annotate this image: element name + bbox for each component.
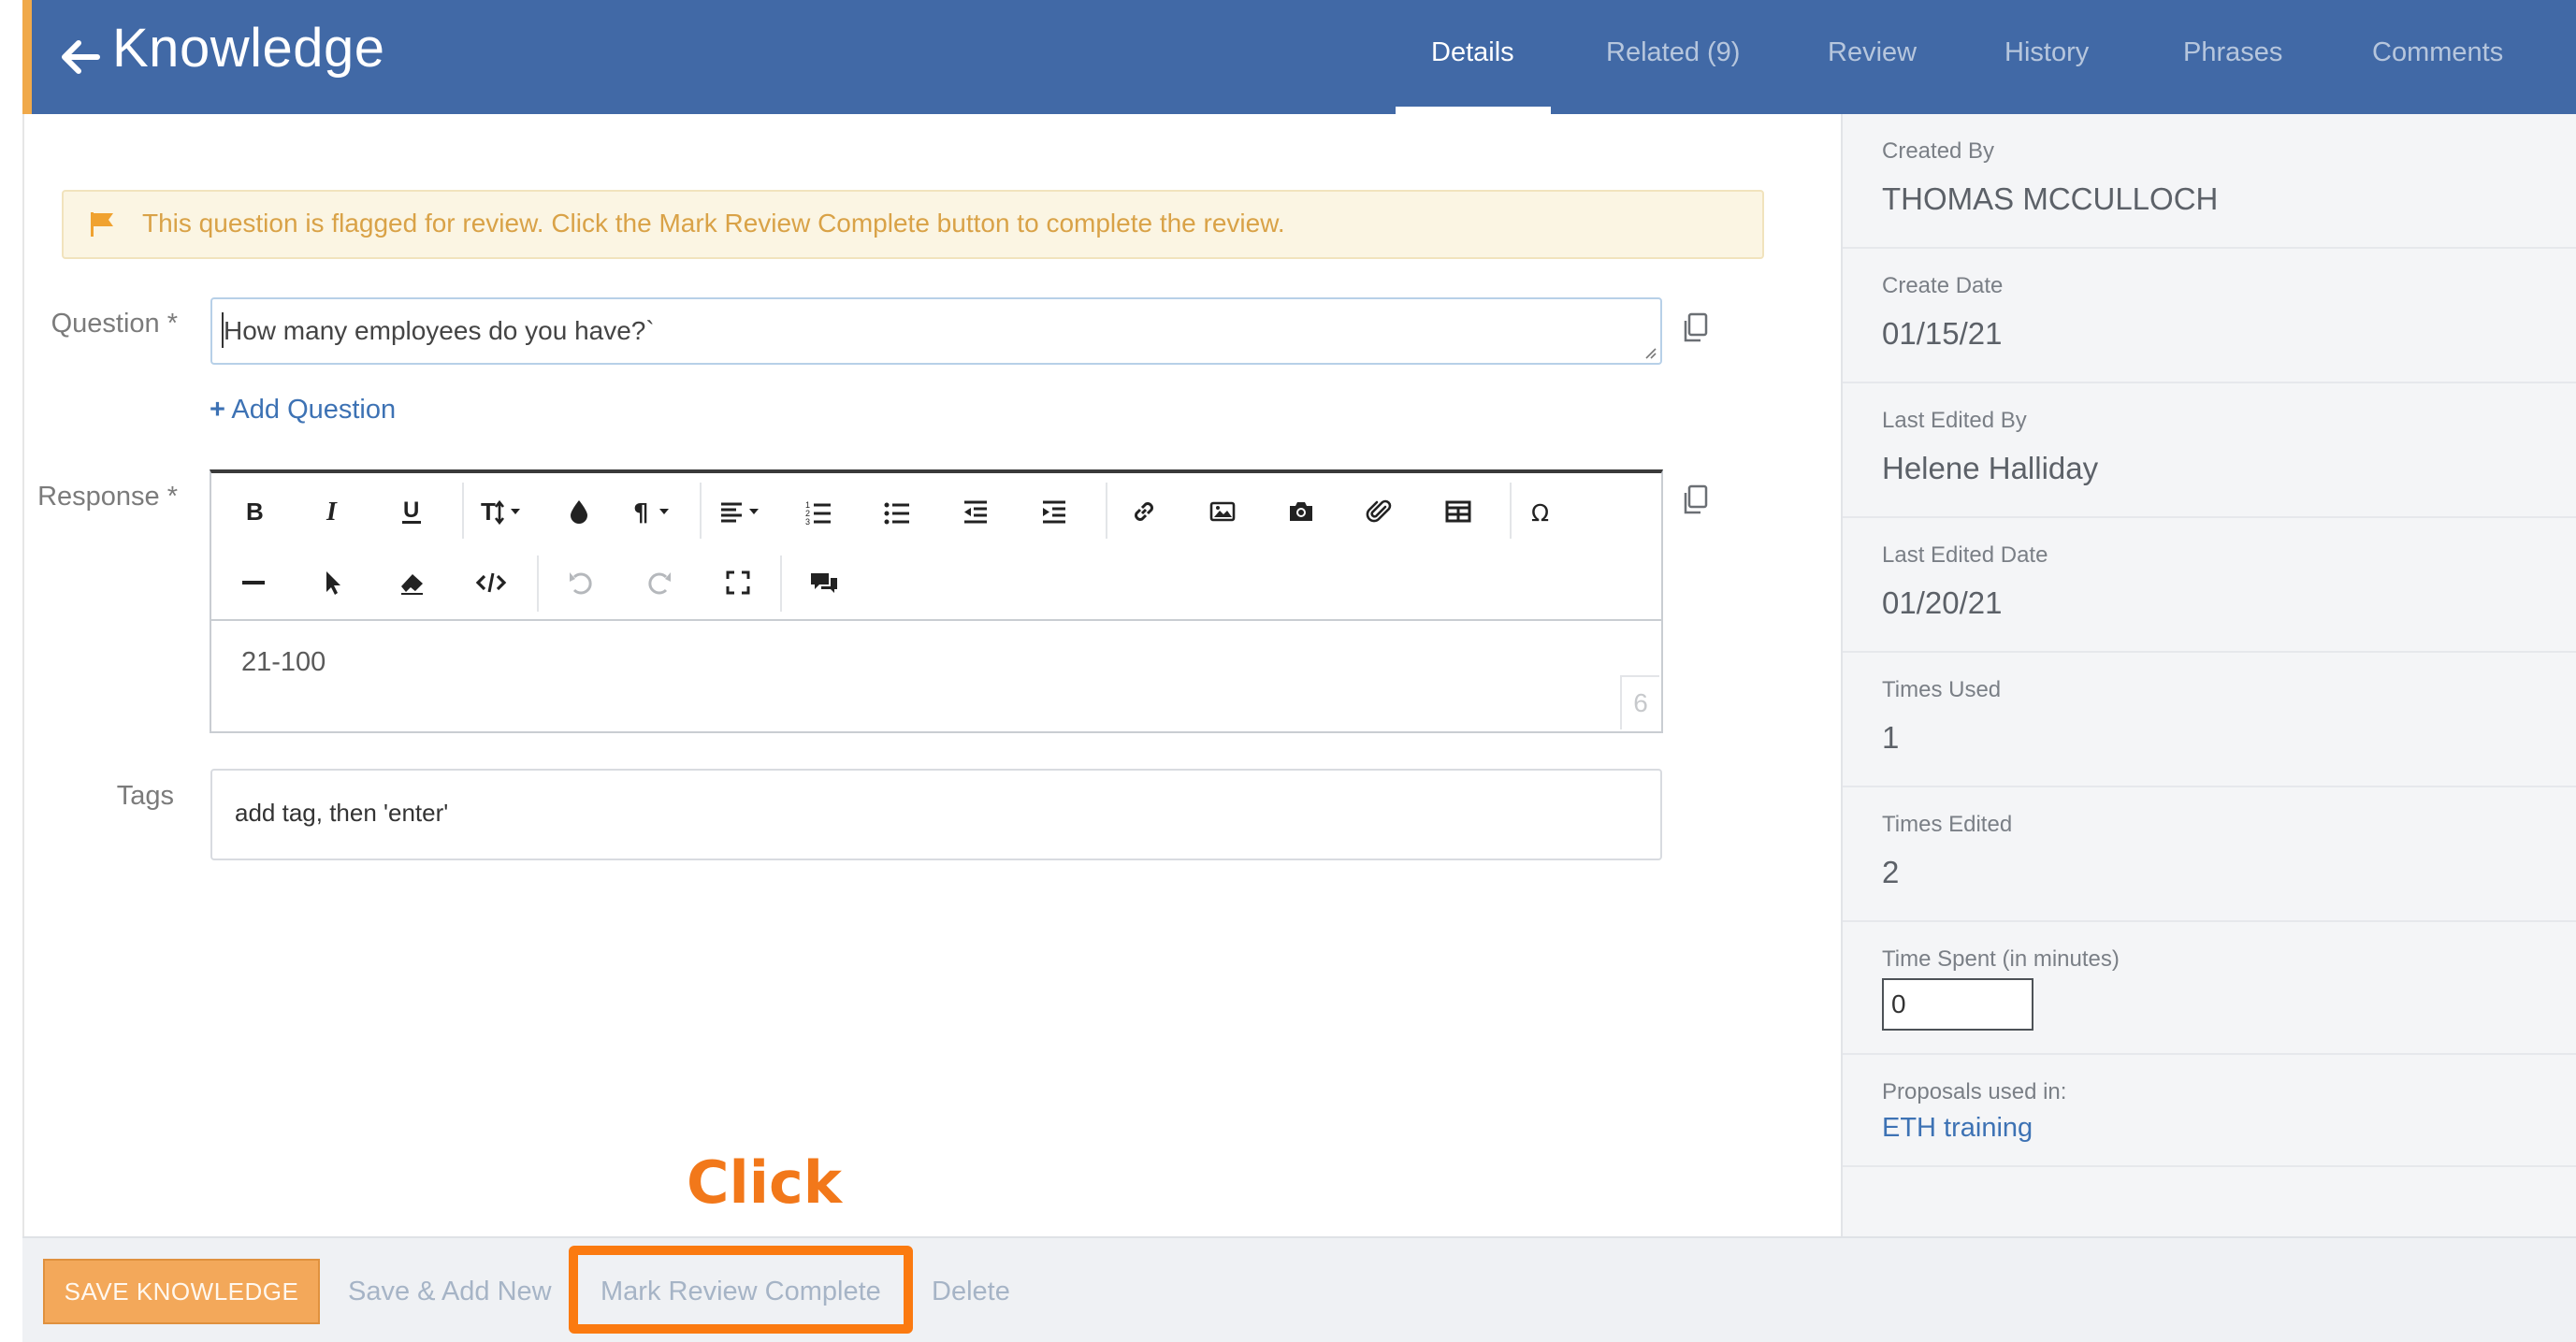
created-by-value: THOMAS MCCULLOCH bbox=[1882, 181, 2219, 216]
response-editor[interactable]: B I U T ¶ 123 Ω 21-100 6 bbox=[210, 469, 1663, 733]
svg-text:B: B bbox=[246, 498, 264, 526]
proposal-link[interactable]: ETH training bbox=[1882, 1113, 2033, 1144]
select-pointer-icon[interactable] bbox=[311, 561, 354, 604]
click-annotation: Click bbox=[687, 1148, 842, 1217]
svg-text:U: U bbox=[403, 498, 419, 523]
left-border bbox=[0, 0, 24, 1340]
tags-input[interactable]: add tag, then 'enter' bbox=[210, 769, 1662, 860]
tags-label: Tags bbox=[116, 781, 174, 811]
special-character-icon[interactable]: Ω bbox=[1519, 490, 1562, 533]
fullscreen-icon[interactable] bbox=[716, 561, 760, 604]
horizontal-rule-icon[interactable] bbox=[232, 561, 275, 604]
save-add-new-button[interactable]: Save & Add New bbox=[348, 1277, 552, 1307]
copy-response-icon[interactable] bbox=[1681, 484, 1709, 516]
undo-icon[interactable] bbox=[559, 561, 602, 604]
alert-message: This question is flagged for review. Cli… bbox=[142, 209, 1285, 238]
add-question-label: Add Question bbox=[231, 395, 397, 425]
svg-text:T: T bbox=[481, 498, 496, 526]
times-edited-label: Times Edited bbox=[1882, 812, 2013, 837]
flag-icon bbox=[91, 212, 113, 237]
underline-icon[interactable]: U bbox=[390, 490, 433, 533]
eraser-icon[interactable] bbox=[390, 561, 433, 604]
last-edited-by-row: Last Edited By Helene Halliday bbox=[1843, 383, 2576, 518]
toolbar-separator bbox=[780, 556, 782, 612]
unordered-list-icon[interactable] bbox=[876, 490, 919, 533]
last-edited-date-row: Last Edited Date 01/20/21 bbox=[1843, 518, 2576, 653]
details-sidebar: Created By THOMAS MCCULLOCH Create Date … bbox=[1841, 114, 2576, 1236]
align-icon[interactable] bbox=[716, 490, 771, 533]
svg-text:Ω: Ω bbox=[1531, 499, 1549, 526]
tab-history[interactable]: History bbox=[2004, 37, 2089, 68]
tags-placeholder: add tag, then 'enter' bbox=[235, 799, 449, 827]
resize-grip-icon[interactable] bbox=[1643, 346, 1657, 359]
question-value: How many employees do you have?` bbox=[224, 316, 655, 345]
toolbar-separator bbox=[1510, 483, 1512, 539]
time-spent-label: Time Spent (in minutes) bbox=[1882, 946, 2120, 972]
times-used-value: 1 bbox=[1882, 720, 1900, 755]
italic-icon[interactable]: I bbox=[311, 490, 354, 533]
question-label: Question * bbox=[51, 309, 178, 339]
svg-text:¶: ¶ bbox=[633, 499, 649, 526]
last-edited-by-value: Helene Halliday bbox=[1882, 451, 2099, 485]
code-view-icon[interactable] bbox=[470, 561, 513, 604]
response-value[interactable]: 21-100 bbox=[241, 647, 326, 678]
toolbar-separator bbox=[537, 556, 539, 612]
tab-related[interactable]: Related (9) bbox=[1606, 37, 1740, 68]
tab-comments[interactable]: Comments bbox=[2372, 37, 2503, 68]
times-used-row: Times Used 1 bbox=[1843, 653, 2576, 787]
proposals-label: Proposals used in: bbox=[1882, 1079, 2067, 1104]
link-icon[interactable] bbox=[1122, 490, 1165, 533]
times-used-label: Times Used bbox=[1882, 677, 2002, 702]
created-by-label: Created By bbox=[1882, 138, 1995, 164]
tab-review[interactable]: Review bbox=[1828, 37, 1917, 68]
last-edited-date-value: 01/20/21 bbox=[1882, 585, 2003, 620]
question-input[interactable]: How many employees do you have?` bbox=[210, 297, 1662, 365]
redo-icon[interactable] bbox=[638, 561, 681, 604]
tab-details[interactable]: Details bbox=[1431, 37, 1514, 68]
add-question-button[interactable]: + Add Question bbox=[210, 395, 396, 426]
ordered-list-icon[interactable]: 123 bbox=[797, 490, 840, 533]
response-label: Response * bbox=[37, 482, 178, 512]
last-edited-date-label: Last Edited Date bbox=[1882, 542, 2048, 568]
created-by-row: Created By THOMAS MCCULLOCH bbox=[1843, 114, 2576, 249]
tab-phrases[interactable]: Phrases bbox=[2183, 37, 2282, 68]
attachment-icon[interactable] bbox=[1358, 490, 1401, 533]
svg-text:I: I bbox=[326, 498, 338, 526]
time-spent-input[interactable] bbox=[1882, 978, 2033, 1031]
svg-text:3: 3 bbox=[805, 517, 810, 526]
toolbar-separator bbox=[462, 483, 464, 539]
save-knowledge-button[interactable]: SAVE KNOWLEDGE bbox=[43, 1259, 320, 1324]
times-edited-row: Times Edited 2 bbox=[1843, 787, 2576, 922]
click-highlight-box bbox=[569, 1246, 913, 1334]
table-icon[interactable] bbox=[1437, 490, 1480, 533]
back-arrow-icon[interactable] bbox=[54, 32, 105, 82]
active-tab-indicator bbox=[1396, 107, 1551, 114]
toolbar-separator bbox=[700, 483, 702, 539]
last-edited-by-label: Last Edited By bbox=[1882, 408, 2027, 433]
time-spent-row: Time Spent (in minutes) bbox=[1843, 922, 2576, 1055]
color-drop-icon[interactable] bbox=[557, 490, 601, 533]
character-count: 6 bbox=[1620, 675, 1659, 729]
review-flag-alert: This question is flagged for review. Cli… bbox=[62, 190, 1764, 259]
camera-icon[interactable] bbox=[1280, 490, 1323, 533]
font-size-icon[interactable]: T bbox=[477, 490, 537, 533]
paragraph-icon[interactable]: ¶ bbox=[629, 490, 683, 533]
image-icon[interactable] bbox=[1201, 490, 1244, 533]
page-title: Knowledge bbox=[112, 18, 385, 79]
toolbar-separator bbox=[1106, 483, 1107, 539]
comment-icon[interactable] bbox=[803, 561, 846, 604]
header-accent bbox=[22, 0, 32, 114]
times-edited-value: 2 bbox=[1882, 855, 1900, 889]
delete-button[interactable]: Delete bbox=[932, 1277, 1010, 1307]
outdent-icon[interactable] bbox=[954, 490, 997, 533]
proposals-row: Proposals used in: ETH training bbox=[1843, 1055, 2576, 1167]
create-date-row: Create Date 01/15/21 bbox=[1843, 249, 2576, 383]
plus-icon: + bbox=[210, 395, 225, 425]
editor-toolbar: B I U T ¶ 123 Ω bbox=[211, 473, 1661, 621]
bold-icon[interactable]: B bbox=[232, 490, 275, 533]
indent-icon[interactable] bbox=[1033, 490, 1076, 533]
create-date-label: Create Date bbox=[1882, 273, 2004, 298]
create-date-value: 01/15/21 bbox=[1882, 316, 2003, 351]
copy-question-icon[interactable] bbox=[1681, 312, 1709, 344]
